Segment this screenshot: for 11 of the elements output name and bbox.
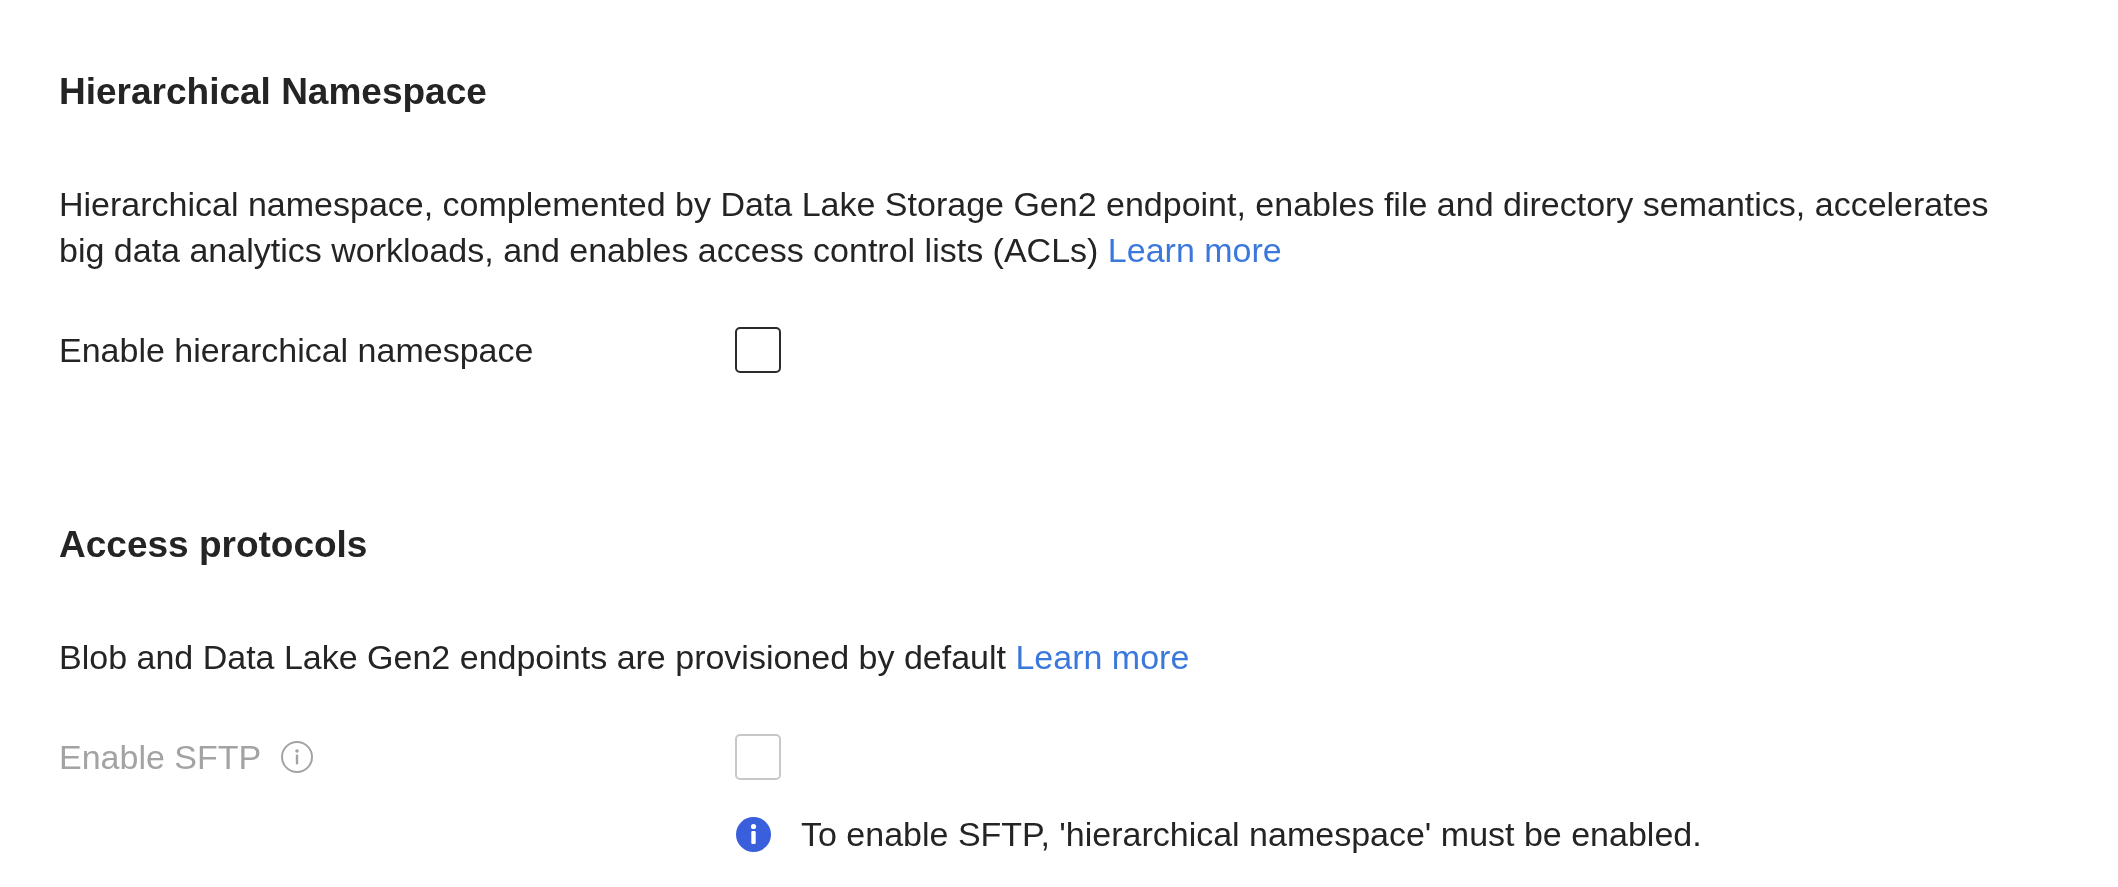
checkbox[interactable] [735, 327, 781, 373]
learn-more-link[interactable]: Learn more [1015, 638, 1190, 676]
field-label: Enable SFTP [59, 737, 262, 778]
section-description: Hierarchical namespace, complemented by Data Lake Storage Gen2 endpoint, enables file and directory semantics, accelerates big data analytics workloads, and enables access control lists (ACLs) Learn more [59, 184, 1990, 271]
info-icon [736, 816, 771, 852]
info-message: To enable SFTP, 'hierarchical namespace' must be enabled. [801, 814, 1702, 855]
learn-more-link[interactable]: Learn more [1107, 231, 1282, 269]
section-heading: Hierarchical Namespace [59, 70, 487, 114]
field-label: Enable hierarchical namespace [59, 330, 534, 371]
section-description: Blob and Data Lake Gen2 endpoints are provisioned by default Learn more [59, 637, 1190, 678]
section-heading: Access protocols [59, 523, 368, 567]
